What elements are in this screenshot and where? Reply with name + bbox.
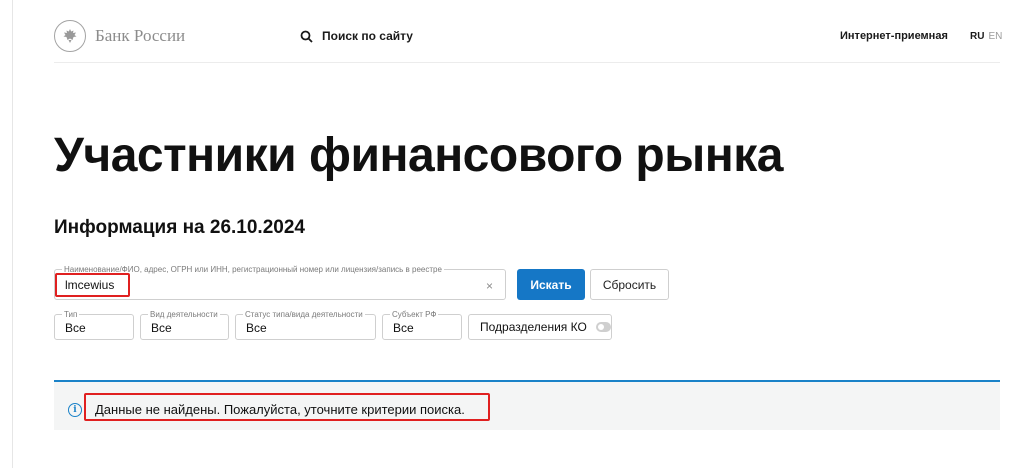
toggle-switch[interactable] xyxy=(595,322,611,332)
message-highlight-box xyxy=(84,393,490,421)
type-select-value: Все xyxy=(65,321,86,335)
branches-label: Подразделения КО xyxy=(480,320,587,334)
region-select-value: Все xyxy=(393,321,414,335)
internet-reception-link[interactable]: Интернет-приемная xyxy=(840,18,948,54)
activity-select-legend: Вид деятельности xyxy=(148,309,220,320)
info-date-heading: Информация на 26.10.2024 xyxy=(54,217,305,238)
eagle-emblem-icon xyxy=(54,20,86,52)
clear-icon[interactable]: × xyxy=(486,279,493,293)
branches-toggle[interactable]: Подразделения КО xyxy=(468,314,612,340)
region-select[interactable]: Субъект РФ Все xyxy=(382,309,462,340)
reset-button[interactable]: Сбросить xyxy=(590,269,669,300)
info-icon: i xyxy=(68,403,82,417)
region-select-legend: Субъект РФ xyxy=(390,309,439,320)
site-header: Банк России Поиск по сайту Интернет-прие… xyxy=(54,18,1002,54)
type-select-legend: Тип xyxy=(62,309,80,320)
search-label: Поиск по сайту xyxy=(322,29,413,43)
search-button[interactable]: Искать xyxy=(517,269,585,300)
lang-ru[interactable]: RU xyxy=(970,31,984,42)
search-icon xyxy=(300,30,313,43)
activity-select-value: Все xyxy=(151,321,172,335)
bank-logo[interactable]: Банк России xyxy=(54,18,185,54)
logo-text: Банк России xyxy=(95,26,186,45)
toggle-knob xyxy=(597,324,604,330)
page-title: Участники финансового рынка xyxy=(54,129,783,182)
type-select[interactable]: Тип Все xyxy=(54,309,134,340)
status-select[interactable]: Статус типа/вида деятельности Все xyxy=(235,309,376,340)
status-select-legend: Статус типа/вида деятельности xyxy=(243,309,365,320)
site-search-link[interactable]: Поиск по сайту xyxy=(300,18,413,54)
status-select-value: Все xyxy=(246,321,267,335)
input-highlight-box xyxy=(55,273,130,297)
lang-en[interactable]: EN xyxy=(988,31,1002,42)
header-divider xyxy=(54,62,1000,63)
left-divider xyxy=(12,0,13,468)
activity-select[interactable]: Вид деятельности Все xyxy=(140,309,229,340)
language-switch: RU EN xyxy=(970,18,1002,54)
